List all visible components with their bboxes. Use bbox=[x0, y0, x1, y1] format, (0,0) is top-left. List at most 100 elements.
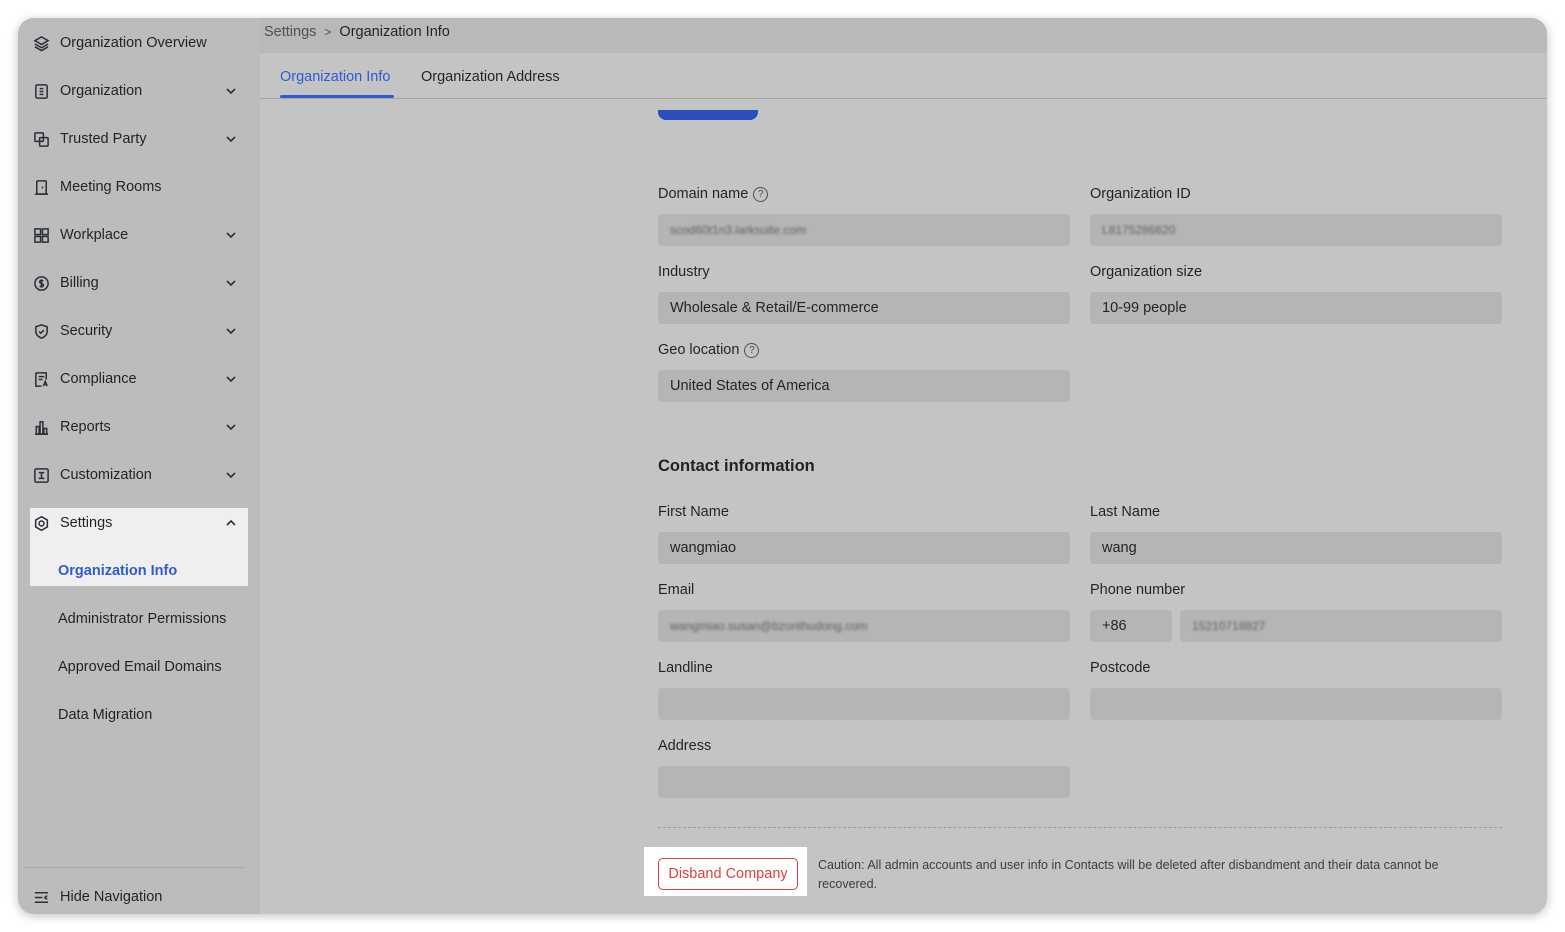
org-badge-icon bbox=[32, 82, 50, 100]
postcode-label: Postcode bbox=[1090, 660, 1150, 676]
postcode-field[interactable] bbox=[1090, 688, 1502, 720]
phone-number-label-text: Phone number bbox=[1090, 582, 1186, 598]
sidebar-item-label: Customization bbox=[60, 467, 152, 483]
sidebar-item-label: Settings bbox=[60, 515, 113, 531]
bar-chart-icon bbox=[32, 418, 50, 436]
tab-organization-address[interactable]: Organization Address bbox=[421, 69, 560, 85]
organization-id-field: L8175286620 bbox=[1090, 214, 1502, 246]
sidebar-subitem-approved-email-domains[interactable]: Approved Email Domains bbox=[58, 659, 222, 675]
chevron-down-icon bbox=[224, 276, 238, 290]
chevron-down-icon bbox=[224, 84, 238, 98]
address-label-text: Address bbox=[658, 738, 712, 754]
help-icon[interactable]: ? bbox=[744, 342, 760, 358]
sidebar-item-compliance[interactable]: Compliance bbox=[30, 360, 248, 398]
sidebar-item-label: Reports bbox=[60, 419, 111, 435]
organization-id-label-text: Organization ID bbox=[1090, 186, 1191, 202]
door-icon bbox=[32, 178, 50, 196]
sidebar-item-label: Compliance bbox=[60, 371, 137, 387]
chevron-down-icon bbox=[224, 132, 238, 146]
app-window: Organization Overview Organization Trust… bbox=[18, 18, 1547, 914]
customize-icon bbox=[32, 466, 50, 484]
phone-number-value: 15210718827 bbox=[1192, 619, 1266, 633]
geo-location-field[interactable]: United States of America bbox=[658, 370, 1070, 402]
first-name-field[interactable]: wangmiao bbox=[658, 532, 1070, 564]
tab-organization-info[interactable]: Organization Info bbox=[280, 69, 390, 85]
sidebar-item-label: Security bbox=[60, 323, 113, 339]
collapse-nav-icon bbox=[32, 888, 50, 906]
section-divider bbox=[658, 827, 1502, 828]
organization-id-value: L8175286620 bbox=[1102, 223, 1176, 237]
breadcrumb: Settings > Organization Info bbox=[264, 24, 450, 40]
breadcrumb-parent[interactable]: Settings bbox=[264, 24, 316, 40]
sidebar-item-organization[interactable]: Organization bbox=[30, 72, 248, 110]
disband-company-button[interactable]: Disband Company bbox=[658, 858, 798, 890]
sidebar-item-label: Organization Overview bbox=[60, 35, 207, 51]
contact-information-title: Contact information bbox=[658, 457, 815, 475]
organization-size-label-text: Organization size bbox=[1090, 264, 1203, 280]
domain-name-value: scod60t1n3.larksuite.com bbox=[670, 223, 807, 237]
industry-label: Industry bbox=[658, 264, 710, 280]
sidebar-item-label: Trusted Party bbox=[60, 131, 147, 147]
sidebar-subitem-organization-info[interactable]: Organization Info bbox=[58, 563, 177, 579]
layers-icon bbox=[32, 34, 50, 52]
hide-navigation-button[interactable]: Hide Navigation bbox=[30, 878, 248, 914]
email-field[interactable]: wangmiao.susan@bzonthudong.com bbox=[658, 610, 1070, 642]
sidebar-item-trusted-party[interactable]: Trusted Party bbox=[30, 120, 248, 158]
country-code-select[interactable]: +86 bbox=[1090, 610, 1172, 642]
industry-field[interactable]: Wholesale & Retail/E-commerce bbox=[658, 292, 1070, 324]
organization-id-label: Organization ID bbox=[1090, 186, 1191, 202]
phone-number-field[interactable]: 15210718827 bbox=[1180, 610, 1502, 642]
shield-icon bbox=[32, 322, 50, 340]
sidebar-item-reports[interactable]: Reports bbox=[30, 408, 248, 446]
sidebar-item-label: Workplace bbox=[60, 227, 129, 243]
organization-size-field[interactable]: 10-99 people bbox=[1090, 292, 1502, 324]
landline-field[interactable] bbox=[658, 688, 1070, 720]
sidebar-item-billing[interactable]: Billing bbox=[30, 264, 248, 302]
caution-text: Caution: All admin accounts and user inf… bbox=[818, 858, 1439, 891]
landline-label-text: Landline bbox=[658, 660, 713, 676]
sidebar-item-security[interactable]: Security bbox=[30, 312, 248, 350]
help-icon[interactable]: ? bbox=[753, 186, 769, 202]
domain-name-label: Domain name ? bbox=[658, 186, 769, 202]
tab-bar: Organization Info Organization Address bbox=[260, 53, 1547, 99]
chevron-down-icon bbox=[224, 324, 238, 338]
document-icon bbox=[32, 370, 50, 388]
phone-number-label: Phone number bbox=[1090, 582, 1185, 598]
linked-squares-icon bbox=[32, 130, 50, 148]
sidebar-item-organization-overview[interactable]: Organization Overview bbox=[30, 24, 248, 62]
first-name-label-text: First Name bbox=[658, 504, 729, 520]
email-label: Email bbox=[658, 582, 694, 598]
sidebar-item-label: Organization bbox=[60, 83, 143, 99]
address-label: Address bbox=[658, 738, 711, 754]
geo-location-label-text: Geo location bbox=[658, 342, 740, 358]
address-field[interactable] bbox=[658, 766, 1070, 798]
sidebar-subitem-data-migration[interactable]: Data Migration bbox=[58, 707, 152, 723]
sidebar-subitem-administrator-permissions[interactable]: Administrator Permissions bbox=[58, 611, 226, 627]
organization-size-label: Organization size bbox=[1090, 264, 1202, 280]
postcode-label-text: Postcode bbox=[1090, 660, 1151, 676]
dollar-icon bbox=[32, 274, 50, 292]
domain-name-label-text: Domain name bbox=[658, 186, 749, 202]
sidebar-item-label: Billing bbox=[60, 275, 99, 291]
chevron-down-icon bbox=[224, 468, 238, 482]
disband-highlight: Disband Company bbox=[644, 847, 807, 896]
last-name-field[interactable]: wang bbox=[1090, 532, 1502, 564]
breadcrumb-current: Organization Info bbox=[339, 24, 450, 40]
settings-group: Settings Organization Info bbox=[30, 508, 248, 586]
sidebar-item-customization[interactable]: Customization bbox=[30, 456, 248, 494]
sidebar-item-workplace[interactable]: Workplace bbox=[30, 216, 248, 254]
last-name-label: Last Name bbox=[1090, 504, 1160, 520]
chevron-down-icon bbox=[224, 420, 238, 434]
chevron-down-icon bbox=[224, 372, 238, 386]
sidebar-divider bbox=[24, 867, 244, 868]
domain-name-field: scod60t1n3.larksuite.com bbox=[658, 214, 1070, 246]
sidebar-item-meeting-rooms[interactable]: Meeting Rooms bbox=[30, 168, 248, 206]
save-button-partial[interactable] bbox=[658, 110, 758, 120]
email-value: wangmiao.susan@bzonthudong.com bbox=[670, 619, 868, 633]
geo-location-label: Geo location ? bbox=[658, 342, 760, 358]
email-label-text: Email bbox=[658, 582, 695, 598]
last-name-label-text: Last Name bbox=[1090, 504, 1161, 520]
chevron-up-icon bbox=[224, 516, 238, 530]
sidebar-item-settings[interactable]: Settings bbox=[30, 504, 248, 542]
chevron-down-icon bbox=[224, 228, 238, 242]
